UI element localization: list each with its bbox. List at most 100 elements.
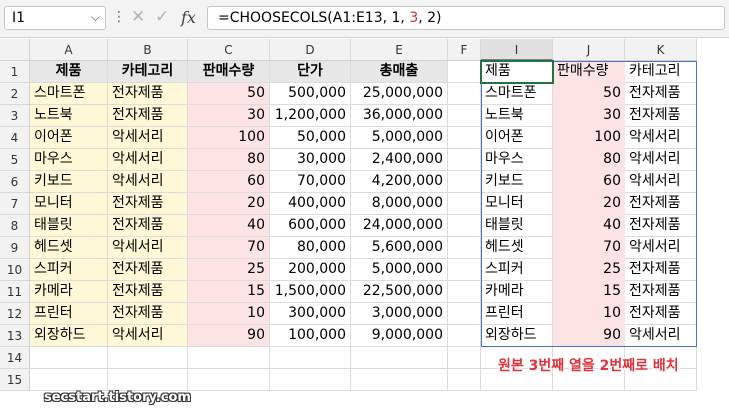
cell[interactable] [351,347,448,369]
row-header-8[interactable]: 8 [0,215,30,237]
source-cell[interactable]: 36,000,000 [351,105,448,127]
result-cell[interactable]: 60 [553,171,625,193]
row-header-10[interactable]: 10 [0,259,30,281]
cell[interactable] [448,105,481,127]
result-cell[interactable]: 카메라 [481,281,553,303]
result-cell[interactable]: 외장하드 [481,325,553,347]
result-cell[interactable]: 스피커 [481,259,553,281]
result-cell[interactable]: 15 [553,281,625,303]
cell[interactable] [30,369,108,391]
source-header-cell[interactable]: 카테고리 [108,61,188,83]
source-cell[interactable]: 100,000 [270,325,351,347]
result-cell[interactable]: 노트북 [481,105,553,127]
source-cell[interactable]: 전자제품 [108,193,188,215]
cancel-icon[interactable]: ✕ [131,7,145,27]
source-cell[interactable]: 스피커 [30,259,108,281]
result-cell[interactable]: 모니터 [481,193,553,215]
source-cell[interactable]: 5,600,000 [351,237,448,259]
source-cell[interactable]: 25,000,000 [351,83,448,105]
source-cell[interactable]: 100 [188,127,270,149]
source-cell[interactable]: 70,000 [270,171,351,193]
source-cell[interactable]: 70 [188,237,270,259]
source-header-cell[interactable]: 제품 [30,61,108,83]
column-header-a[interactable]: A [30,39,108,61]
row-header-13[interactable]: 13 [0,325,30,347]
column-header-d[interactable]: D [270,39,351,61]
cell[interactable] [448,83,481,105]
cell[interactable] [448,171,481,193]
source-cell[interactable]: 마우스 [30,149,108,171]
chevron-down-icon[interactable]: ⌵ [91,10,100,25]
source-cell[interactable]: 30 [188,105,270,127]
result-cell[interactable]: 악세서리 [625,127,697,149]
column-header-j[interactable]: J [553,39,625,61]
column-header-b[interactable]: B [108,39,188,61]
formula-input[interactable]: =CHOOSECOLS(A1:E13, 1, 3, 2) [207,6,725,30]
source-cell[interactable]: 3,000,000 [351,303,448,325]
source-cell[interactable]: 악세서리 [108,127,188,149]
source-cell[interactable]: 1,200,000 [270,105,351,127]
cell[interactable] [448,281,481,303]
source-cell[interactable]: 전자제품 [108,259,188,281]
column-header-i[interactable]: I [481,39,553,61]
result-cell[interactable]: 헤드셋 [481,237,553,259]
source-cell[interactable]: 300,000 [270,303,351,325]
source-cell[interactable]: 외장하드 [30,325,108,347]
result-cell[interactable]: 전자제품 [625,303,697,325]
cell[interactable] [448,215,481,237]
result-cell[interactable]: 20 [553,193,625,215]
source-cell[interactable]: 30,000 [270,149,351,171]
result-cell[interactable]: 키보드 [481,171,553,193]
source-cell[interactable]: 2,400,000 [351,149,448,171]
source-cell[interactable]: 모니터 [30,193,108,215]
column-header-c[interactable]: C [188,39,270,61]
source-cell[interactable]: 20 [188,193,270,215]
source-cell[interactable]: 200,000 [270,259,351,281]
source-cell[interactable]: 10 [188,303,270,325]
result-cell[interactable]: 100 [553,127,625,149]
source-cell[interactable]: 전자제품 [108,83,188,105]
result-cell[interactable]: 전자제품 [625,105,697,127]
row-header-11[interactable]: 11 [0,281,30,303]
source-cell[interactable]: 악세서리 [108,171,188,193]
result-cell[interactable]: 마우스 [481,149,553,171]
result-cell[interactable]: 전자제품 [625,193,697,215]
result-cell[interactable]: 악세서리 [625,325,697,347]
cell[interactable] [448,347,481,369]
source-cell[interactable]: 카메라 [30,281,108,303]
source-cell[interactable]: 400,000 [270,193,351,215]
source-cell[interactable]: 전자제품 [108,281,188,303]
result-cell[interactable]: 악세서리 [625,149,697,171]
result-cell[interactable]: 프린터 [481,303,553,325]
result-cell[interactable]: 악세서리 [625,237,697,259]
cell[interactable] [188,347,270,369]
source-cell[interactable]: 50 [188,83,270,105]
cell[interactable] [108,347,188,369]
source-cell[interactable]: 헤드셋 [30,237,108,259]
result-header-cell[interactable]: 판매수량 [553,61,625,83]
result-cell[interactable]: 70 [553,237,625,259]
source-cell[interactable]: 90 [188,325,270,347]
column-header-k[interactable]: K [625,39,697,61]
column-header-f[interactable]: F [448,39,481,61]
source-cell[interactable]: 전자제품 [108,303,188,325]
source-cell[interactable]: 키보드 [30,171,108,193]
source-cell[interactable]: 40 [188,215,270,237]
cell[interactable] [448,325,481,347]
result-cell[interactable]: 전자제품 [625,83,697,105]
row-header-15[interactable]: 15 [0,369,30,391]
result-cell[interactable]: 전자제품 [625,215,697,237]
source-cell[interactable]: 프린터 [30,303,108,325]
source-cell[interactable]: 악세서리 [108,325,188,347]
result-cell[interactable]: 50 [553,83,625,105]
row-header-12[interactable]: 12 [0,303,30,325]
source-cell[interactable]: 스마트폰 [30,83,108,105]
cell[interactable] [448,61,481,83]
cell[interactable] [270,347,351,369]
cell[interactable] [188,369,270,391]
insert-function-icon[interactable]: fx [181,8,196,27]
source-cell[interactable]: 1,500,000 [270,281,351,303]
source-header-cell[interactable]: 총매출 [351,61,448,83]
result-cell[interactable]: 10 [553,303,625,325]
result-cell[interactable]: 40 [553,215,625,237]
